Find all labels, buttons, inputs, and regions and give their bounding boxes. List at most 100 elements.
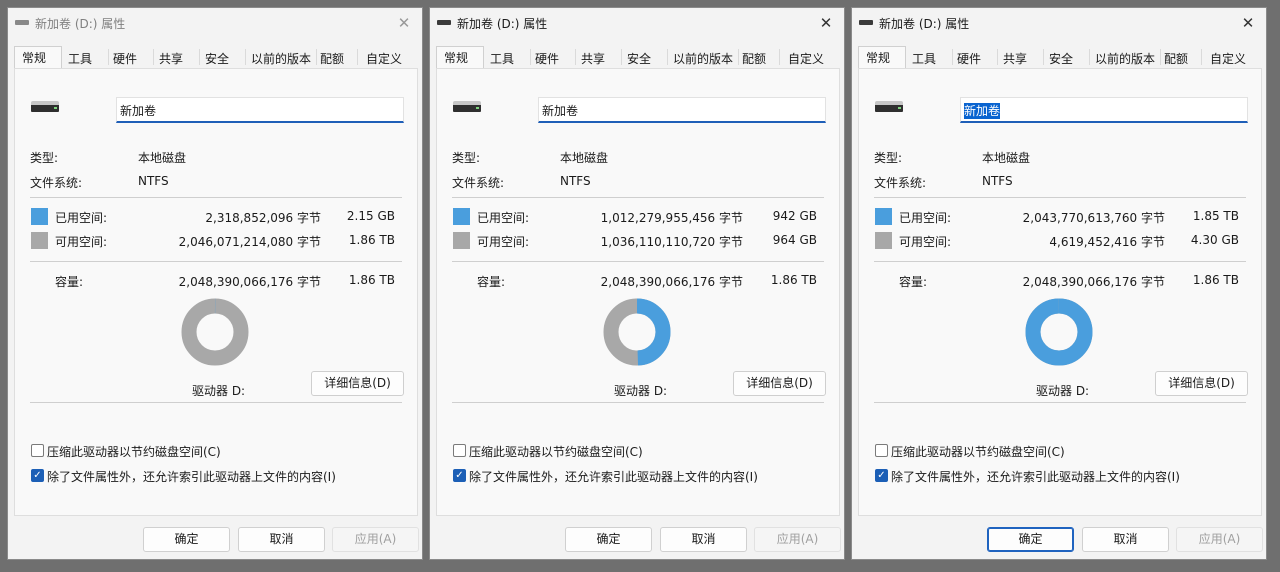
tab-customize[interactable]: 自定义 — [366, 50, 402, 67]
index-checkbox[interactable]: ✓ — [31, 469, 44, 482]
tab-general[interactable]: 常规 — [436, 46, 484, 69]
drive-icon — [15, 20, 29, 25]
ok-button[interactable]: 确定 — [987, 527, 1074, 552]
tab-security[interactable]: 安全 — [205, 50, 229, 67]
compress-checkbox[interactable] — [875, 444, 888, 457]
free-space-bytes: 1,036,110,110,720 字节 — [600, 235, 743, 249]
usage-donut-chart — [181, 298, 249, 366]
tab-general[interactable]: 常规 — [14, 46, 62, 69]
compress-checkbox[interactable] — [31, 444, 44, 457]
free-space-bytes: 4,619,452,416 字节 — [1049, 235, 1165, 249]
tab-sharing[interactable]: 共享 — [1003, 50, 1027, 67]
details-button[interactable]: 详细信息(D) — [733, 371, 826, 396]
compress-label[interactable]: 压缩此驱动器以节约磁盘空间(C) — [891, 443, 1065, 460]
index-label[interactable]: 除了文件属性外，还允许索引此驱动器上文件的内容(I) — [891, 468, 1180, 485]
ok-button[interactable]: 确定 — [565, 527, 652, 552]
tab-separator — [530, 49, 531, 65]
close-button[interactable]: ✕ — [816, 13, 836, 33]
tab-separator — [779, 49, 780, 65]
type-label: 类型: — [452, 151, 481, 165]
tab-separator — [245, 49, 246, 65]
tab-quota[interactable]: 配额 — [1164, 50, 1188, 67]
checkmark-icon: ✓ — [33, 470, 42, 481]
details-button[interactable]: 详细信息(D) — [311, 371, 404, 396]
compress-label[interactable]: 压缩此驱动器以节约磁盘空间(C) — [47, 443, 221, 460]
title-bar[interactable]: 新加卷 (D:) 属性 ✕ — [852, 8, 1266, 38]
capacity-size: 1.86 TB — [348, 273, 395, 287]
index-checkbox[interactable]: ✓ — [875, 469, 888, 482]
used-space-size: 2.15 GB — [346, 209, 395, 223]
filesystem-value: NTFS — [982, 174, 1013, 188]
capacity-size: 1.86 TB — [1192, 273, 1239, 287]
tab-hardware[interactable]: 硬件 — [957, 50, 981, 67]
used-space-swatch — [453, 208, 470, 225]
tab-customize[interactable]: 自定义 — [1210, 50, 1246, 67]
divider — [452, 402, 824, 403]
tab-separator — [738, 49, 739, 65]
tab-strip: 常规 工具 硬件 共享 安全 以前的版本 配额 自定义 — [858, 46, 1262, 69]
capacity-bytes: 2,048,390,066,176 字节 — [600, 275, 743, 289]
tab-previous-versions[interactable]: 以前的版本 — [1095, 50, 1155, 67]
tab-separator — [952, 49, 953, 65]
hard-drive-icon — [453, 101, 481, 113]
free-space-label: 可用空间: — [477, 235, 530, 249]
used-space-bytes: 2,043,770,613,760 字节 — [1022, 211, 1165, 225]
tab-sharing[interactable]: 共享 — [581, 50, 605, 67]
tab-security[interactable]: 安全 — [627, 50, 651, 67]
tab-general[interactable]: 常规 — [858, 46, 906, 69]
tab-security[interactable]: 安全 — [1049, 50, 1073, 67]
compress-label[interactable]: 压缩此驱动器以节约磁盘空间(C) — [469, 443, 643, 460]
general-panel: 新加卷 类型: 本地磁盘 文件系统: NTFS 已用空间: 2,043,770,… — [858, 68, 1262, 516]
tab-sharing[interactable]: 共享 — [159, 50, 183, 67]
tab-tools[interactable]: 工具 — [68, 50, 92, 67]
cancel-button[interactable]: 取消 — [660, 527, 747, 552]
details-button[interactable]: 详细信息(D) — [1155, 371, 1248, 396]
volume-name-input[interactable]: 新加卷 — [116, 97, 404, 123]
volume-name-text-selected: 新加卷 — [964, 103, 1001, 119]
cancel-button[interactable]: 取消 — [238, 527, 325, 552]
index-checkbox[interactable]: ✓ — [453, 469, 466, 482]
close-button[interactable]: ✕ — [394, 13, 414, 33]
close-button[interactable]: ✕ — [1238, 13, 1258, 33]
apply-button[interactable]: 应用(A) — [754, 527, 841, 552]
donut-free-ring — [181, 298, 249, 366]
volume-name-input[interactable]: 新加卷 — [538, 97, 826, 123]
divider — [452, 197, 824, 198]
used-space-bytes: 1,012,279,955,456 字节 — [600, 211, 743, 225]
free-space-swatch — [31, 232, 48, 249]
tab-previous-versions[interactable]: 以前的版本 — [251, 50, 311, 67]
volume-name-text: 新加卷 — [120, 104, 157, 118]
volume-name-input[interactable]: 新加卷 — [960, 97, 1248, 123]
index-label[interactable]: 除了文件属性外，还允许索引此驱动器上文件的内容(I) — [469, 468, 758, 485]
drive-letter-label: 驱动器 D: — [1036, 384, 1090, 398]
properties-window-2: 新加卷 (D:) 属性 ✕ 常规 工具 硬件 共享 安全 以前的版本 配额 自定… — [429, 7, 845, 560]
tab-separator — [621, 49, 622, 65]
title-bar[interactable]: 新加卷 (D:) 属性 ✕ — [8, 8, 422, 38]
apply-button[interactable]: 应用(A) — [332, 527, 419, 552]
cancel-button[interactable]: 取消 — [1082, 527, 1169, 552]
divider — [874, 261, 1246, 262]
ok-button[interactable]: 确定 — [143, 527, 230, 552]
tab-tools[interactable]: 工具 — [912, 50, 936, 67]
free-space-size: 4.30 GB — [1190, 233, 1239, 247]
tab-customize[interactable]: 自定义 — [788, 50, 824, 67]
tab-hardware[interactable]: 硬件 — [535, 50, 559, 67]
tab-quota[interactable]: 配额 — [742, 50, 766, 67]
tab-tools[interactable]: 工具 — [490, 50, 514, 67]
apply-button[interactable]: 应用(A) — [1176, 527, 1263, 552]
index-label[interactable]: 除了文件属性外，还允许索引此驱动器上文件的内容(I) — [47, 468, 336, 485]
tab-hardware[interactable]: 硬件 — [113, 50, 137, 67]
hard-drive-icon — [31, 101, 59, 113]
compress-checkbox[interactable] — [453, 444, 466, 457]
tab-previous-versions[interactable]: 以前的版本 — [673, 50, 733, 67]
tab-quota[interactable]: 配额 — [320, 50, 344, 67]
tab-separator — [997, 49, 998, 65]
filesystem-value: NTFS — [560, 174, 591, 188]
type-label: 类型: — [874, 151, 903, 165]
divider — [874, 402, 1246, 403]
title-bar[interactable]: 新加卷 (D:) 属性 ✕ — [430, 8, 844, 38]
tab-separator — [667, 49, 668, 65]
free-space-label: 可用空间: — [55, 235, 108, 249]
checkmark-icon: ✓ — [877, 470, 886, 481]
usage-donut-chart — [1025, 298, 1093, 366]
